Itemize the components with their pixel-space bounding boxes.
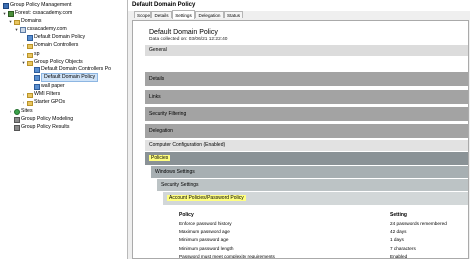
- links-section-header[interactable]: Links: [145, 90, 468, 104]
- security-settings-header[interactable]: Security Settings: [157, 179, 468, 191]
- policy-setting-cell: 1 days: [390, 237, 404, 243]
- policy-setting-cell: 42 days: [390, 229, 407, 235]
- folder-icon: [27, 44, 33, 49]
- password-policy-label: Account Policies/Password Policy: [167, 195, 246, 201]
- tree-item-label: Group Policy Modeling: [21, 116, 74, 122]
- expand-arrow-icon[interactable]: ›: [21, 91, 26, 98]
- results-icon: [14, 125, 20, 131]
- tree-item-label: Domains: [21, 18, 42, 24]
- tab-scope[interactable]: Scope: [134, 11, 151, 18]
- expand-arrow-icon[interactable]: ›: [21, 99, 26, 106]
- console-tree[interactable]: Group Policy Management ▾ Forest: cssacade…: [0, 0, 128, 259]
- folder-icon: [14, 20, 20, 25]
- expand-arrow-icon[interactable]: ›: [8, 108, 13, 115]
- policy-name-cell: Enforce password history: [179, 221, 232, 226]
- details-pane: Default Domain Policy Scope Details Settin…: [128, 0, 470, 259]
- collapse-arrow-icon[interactable]: ▾: [21, 59, 26, 66]
- tree-item-label: sp: [34, 51, 40, 57]
- security-filtering-section-header[interactable]: Security Filtering: [145, 107, 468, 121]
- tree-item-label: Group Policy Management: [10, 2, 72, 8]
- tree-item-label: Default Domain Controllers Po: [41, 66, 112, 72]
- folder-icon: [27, 53, 33, 58]
- sites-icon: [14, 109, 20, 115]
- gpo-icon: [34, 75, 40, 81]
- collapse-arrow-icon[interactable]: ▾: [2, 10, 7, 17]
- delegation-section-header[interactable]: Delegation: [145, 124, 468, 138]
- tree-item-label: Group Policy Results: [21, 124, 70, 130]
- tab-status[interactable]: Status: [224, 11, 243, 18]
- folder-icon: [27, 61, 33, 66]
- gpo-link-icon: [27, 35, 33, 41]
- collapse-arrow-icon[interactable]: ▾: [8, 18, 13, 25]
- tree-item-label: cssacademy.com: [27, 26, 67, 32]
- expand-arrow-icon[interactable]: ›: [21, 42, 26, 49]
- tree-item-label: Starter GPOs: [34, 99, 66, 105]
- report-title: Default Domain Policy: [149, 29, 218, 36]
- data-collected-text: Data collected on: 03/06/21 12:22:40: [149, 37, 228, 42]
- tab-settings[interactable]: Settings: [172, 10, 195, 19]
- policy-setting-cell: Enabled: [390, 253, 408, 259]
- gpo-icon: [34, 84, 40, 90]
- policy-name-cell: Maximum password age: [179, 229, 230, 235]
- setting-column-header: Setting: [390, 212, 407, 218]
- tree-item-label: Default Domain Policy: [34, 34, 86, 40]
- policy-name-cell: Minimum password length: [179, 245, 234, 251]
- details-section-header[interactable]: Details: [145, 72, 468, 86]
- tab-delegation[interactable]: Delegation: [195, 11, 224, 18]
- general-section-header[interactable]: General: [145, 45, 468, 56]
- collapse-arrow-icon[interactable]: ▾: [14, 26, 19, 33]
- tree-item-label: Forest: cssacademy.com: [15, 10, 73, 16]
- policy-name-cell: Password must meet complexity requiremen…: [179, 253, 275, 259]
- folder-icon: [27, 101, 33, 106]
- gpmc-icon: [3, 3, 9, 9]
- policy-column-header: Policy: [179, 212, 194, 218]
- policy-name-cell: Minimum password age: [179, 237, 229, 243]
- policies-label: Policies: [149, 155, 171, 161]
- tree-item-label: Domain Controllers: [34, 42, 79, 48]
- computer-configuration-header[interactable]: Computer Configuration (Enabled): [145, 140, 468, 151]
- forest-icon: [8, 11, 14, 17]
- domain-icon: [20, 27, 26, 33]
- tree-item-label: WMI Filters: [34, 91, 61, 97]
- tree-item-label: Group Policy Objects: [34, 59, 83, 65]
- tree-item-label: Default Domain Policy: [41, 73, 99, 82]
- modeling-icon: [14, 117, 20, 123]
- tab-details[interactable]: Details: [151, 11, 172, 18]
- gpo-icon: [34, 67, 40, 73]
- expand-arrow-icon[interactable]: ›: [21, 51, 26, 58]
- policy-setting-cell: 7 characters: [390, 245, 416, 251]
- folder-icon: [27, 93, 33, 98]
- policies-header[interactable]: Policies: [145, 152, 468, 165]
- settings-report[interactable]: Default Domain Policy Data collected on:…: [132, 20, 469, 259]
- tree-item-label: wall paper: [41, 83, 65, 89]
- policy-setting-cell: 24 passwords remembered: [390, 221, 447, 226]
- password-policy-header[interactable]: Account Policies/Password Policy: [163, 192, 468, 205]
- windows-settings-header[interactable]: Windows Settings: [151, 166, 468, 178]
- tree-item-label: Sites: [21, 108, 33, 114]
